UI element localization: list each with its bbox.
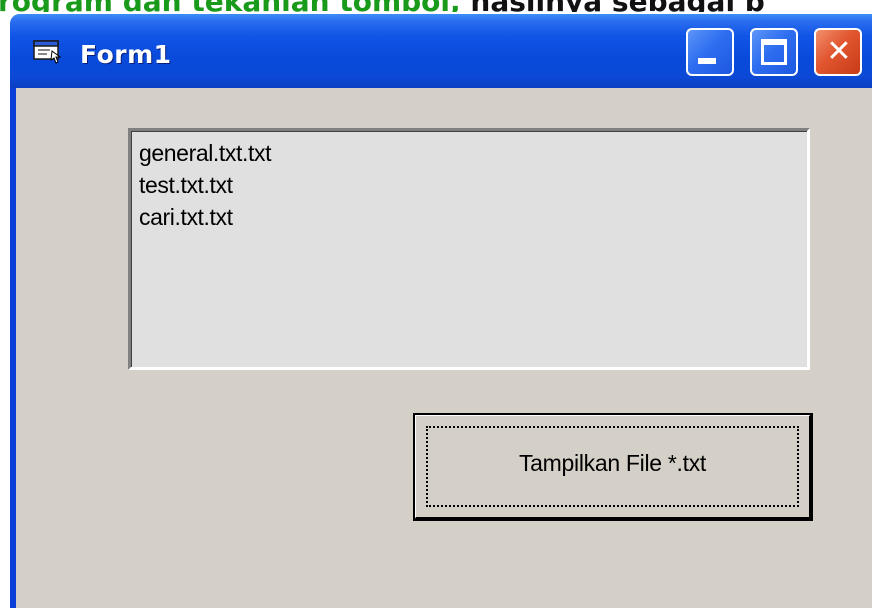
list-item[interactable]: test.txt.txt [139,169,799,201]
caption-green-text: rogram dan tekanlah tombol, [0,0,461,12]
show-txt-files-button[interactable]: Tampilkan File *.txt [413,413,813,521]
form-window: Form1 ✕ general.txt.txt test.txt.txt car… [10,14,872,608]
close-icon: ✕ [826,34,852,69]
form-window-icon[interactable] [32,38,62,64]
maximize-button[interactable] [750,28,798,76]
list-item[interactable]: general.txt.txt [139,137,799,169]
maximize-icon [761,39,787,65]
title-bar[interactable]: Form1 ✕ [10,14,872,88]
form-client-area: general.txt.txt test.txt.txt cari.txt.tx… [16,88,872,608]
file-listbox[interactable]: general.txt.txt test.txt.txt cari.txt.tx… [128,128,810,370]
caption-black-text: hasilnya sebagai b [461,0,764,12]
close-button[interactable]: ✕ [814,28,862,76]
minimize-button[interactable] [686,28,734,76]
document-caption: rogram dan tekanlah tombol, hasilnya seb… [0,0,872,12]
window-title: Form1 [80,40,172,69]
show-txt-files-label: Tampilkan File *.txt [518,450,706,476]
list-item[interactable]: cari.txt.txt [139,201,799,233]
minimize-icon [698,58,716,64]
